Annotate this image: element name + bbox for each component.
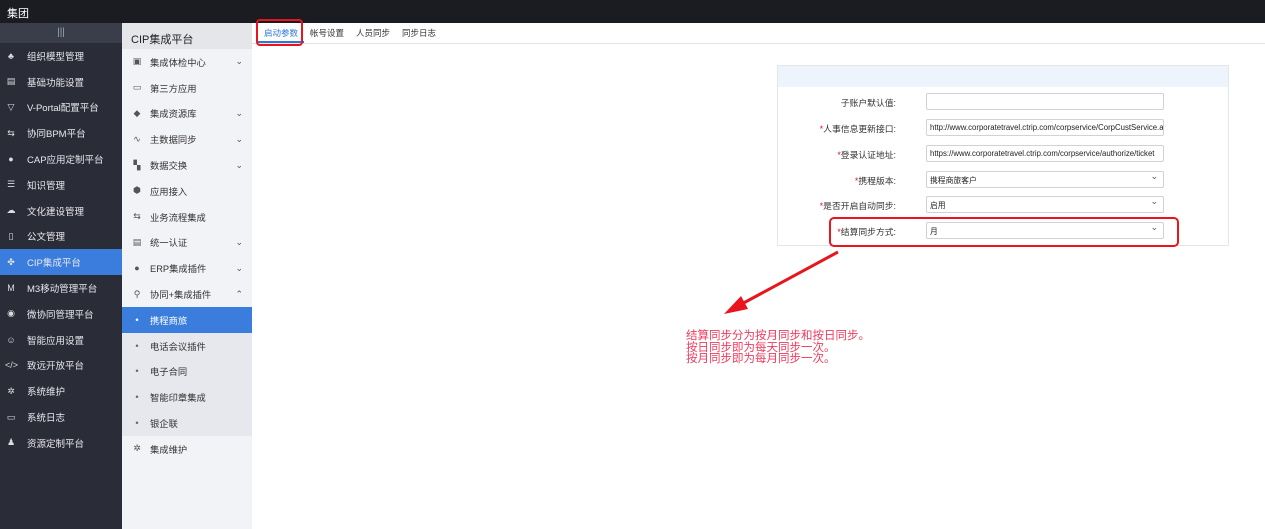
note-line: 按月同步即为每月同步一次。 — [686, 353, 836, 365]
annotation-note: 结算同步分为按月同步和按日同步。 按日同步即为每天同步一次。 按月同步即为每月同… — [686, 330, 870, 366]
note-line: 结算同步分为按月同步和按日同步。 — [686, 330, 870, 342]
annotation-arrow — [724, 250, 839, 314]
